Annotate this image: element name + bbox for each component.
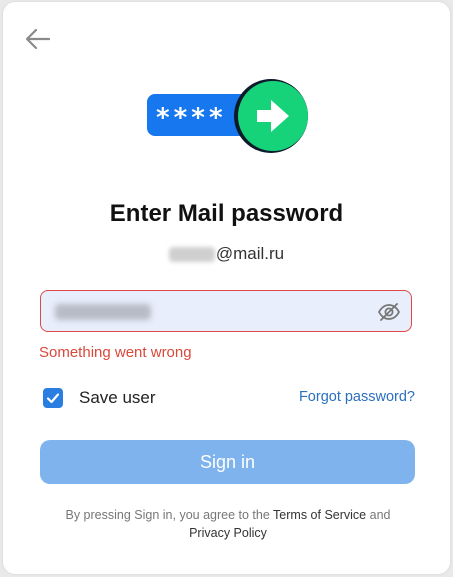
- save-user-checkbox[interactable]: [43, 388, 63, 408]
- email-username-redacted: [168, 247, 215, 263]
- account-email: @mail.ru: [3, 244, 450, 264]
- legal-prefix: By pressing Sign in, you agree to the: [65, 508, 274, 522]
- privacy-policy-link[interactable]: Privacy Policy: [189, 526, 267, 540]
- sign-in-button[interactable]: Sign in: [40, 440, 415, 484]
- password-value-redacted: [55, 304, 151, 320]
- legal-and: and: [366, 508, 391, 522]
- toggle-password-visibility-button[interactable]: [377, 300, 401, 324]
- back-button[interactable]: [23, 24, 53, 54]
- legal-notice: By pressing Sign in, you agree to the Te…: [33, 506, 423, 542]
- error-message: Something went wrong: [39, 344, 192, 361]
- password-hero-illustration: ****: [147, 78, 311, 154]
- page-title: Enter Mail password: [109, 200, 344, 227]
- save-user-label[interactable]: Save user: [79, 388, 156, 408]
- password-input[interactable]: [40, 290, 412, 332]
- arrow-left-icon: [25, 28, 51, 50]
- email-domain: @mail.ru: [215, 244, 285, 263]
- terms-of-service-link[interactable]: Terms of Service: [273, 508, 366, 522]
- checkmark-icon: [46, 393, 60, 404]
- login-card: **** Enter Mail password @mail.ru Someth…: [3, 2, 450, 574]
- mask-text: ****: [155, 103, 226, 133]
- forgot-password-link[interactable]: Forgot password?: [299, 389, 415, 405]
- eye-off-icon: [377, 303, 401, 321]
